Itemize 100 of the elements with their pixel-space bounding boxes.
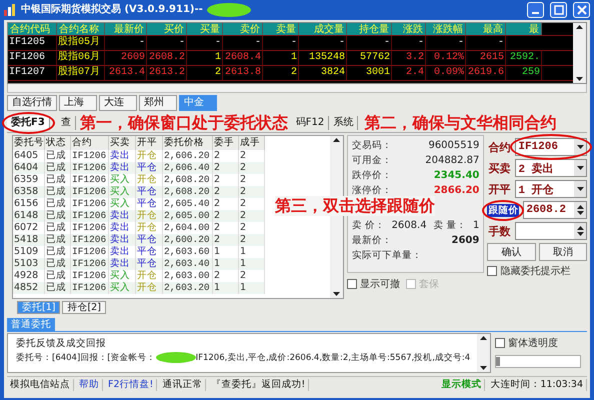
column-header[interactable]: 合约名称 <box>57 23 105 35</box>
quote-cell: 2.4 <box>392 66 426 80</box>
quote-cell: - <box>299 36 347 50</box>
dropdown[interactable]: IF1206 <box>515 138 588 156</box>
down-arrow-icon[interactable] <box>480 366 487 370</box>
info-value: 96005519 <box>428 140 480 151</box>
checkbox[interactable] <box>346 279 357 289</box>
log-title: 委托反馈及成交回报 <box>16 337 107 351</box>
column-header[interactable]: 卖价 <box>223 23 263 35</box>
function-tab[interactable]: 查 <box>56 116 76 130</box>
down-arrow-icon[interactable] <box>576 145 584 149</box>
quote-cell: IF1207 <box>8 66 57 80</box>
market-tab[interactable]: 郑州 <box>139 95 177 111</box>
market-tab[interactable]: 自选行情 <box>7 95 57 111</box>
checkbox-label[interactable]: 隐藏委托提示栏 <box>487 264 588 278</box>
column-header[interactable]: 持仓量 <box>347 23 392 35</box>
list-tab[interactable]: 持仓[2] <box>62 301 106 314</box>
table-cell: 2,603.20 <box>163 282 213 294</box>
quote-cell: 2608.4 <box>223 51 263 65</box>
up-arrow-icon[interactable] <box>576 226 584 230</box>
info-value: 2609 <box>452 235 480 246</box>
status-text: 模拟电信站点 <box>7 378 74 390</box>
status-text: 显示模式 <box>438 378 486 390</box>
scrollbar[interactable] <box>477 334 490 372</box>
up-arrow-icon[interactable] <box>480 336 487 340</box>
spin-field[interactable] <box>515 222 588 240</box>
status-link[interactable]: F2行情盘! <box>105 378 158 390</box>
down-arrow-icon[interactable] <box>576 211 584 215</box>
quote-cell: 2613.2 <box>147 66 187 80</box>
quote-cell: 3.2 <box>392 51 426 65</box>
column-header[interactable]: 最 <box>506 23 542 35</box>
scrollbar[interactable] <box>573 23 586 83</box>
close-button[interactable] <box>573 2 590 18</box>
column-header[interactable]: 涨跌 <box>392 23 426 35</box>
down-arrow-icon[interactable] <box>576 77 583 81</box>
info-label: 实际可下单量： <box>352 249 422 262</box>
form-button[interactable]: 确认 <box>487 243 536 261</box>
quote-cell: IF1206 <box>8 51 57 65</box>
quote-cell: 2615 <box>466 51 506 65</box>
info-value: 2866.20 <box>434 185 480 196</box>
column-header[interactable]: 买量 <box>187 23 223 35</box>
column-header[interactable]: 最新价 <box>105 23 147 35</box>
table-cell: 4852 <box>13 282 45 294</box>
table-cell: 开仓 <box>136 282 163 294</box>
column-header[interactable]: 合约代码 <box>8 23 57 35</box>
annotation-text: 第三，双击选择跟随价 <box>275 196 435 216</box>
function-tab[interactable]: 委托F3 <box>7 116 50 130</box>
quote-cell: 股指07月 <box>57 66 105 80</box>
field-label: 开平 <box>487 182 512 196</box>
dropdown[interactable]: 1 开仓 <box>515 180 588 198</box>
quote-cell: 2619.6 <box>466 66 506 80</box>
field-label: 合约 <box>487 140 512 154</box>
down-arrow-icon[interactable] <box>332 292 340 296</box>
form-button[interactable]: 取消 <box>538 243 588 261</box>
quote-cell: 57762 <box>347 51 392 65</box>
quote-cell: 2608.2 <box>147 51 187 65</box>
up-arrow-icon[interactable] <box>576 205 584 209</box>
maximize-button[interactable] <box>550 2 567 18</box>
info-label: 最新价： <box>352 234 392 247</box>
column-header[interactable]: 卖量 <box>263 23 299 35</box>
table-cell: 买入 <box>109 282 136 294</box>
quote-cell: 2613.8 <box>223 66 263 80</box>
slider-thumb[interactable] <box>496 357 500 366</box>
function-tab[interactable]: 系统 <box>329 116 358 130</box>
field-label[interactable]: 跟随价 <box>487 204 520 216</box>
column-header[interactable]: 涨跌幅 <box>426 23 466 35</box>
dropdown[interactable]: 2 卖出 <box>515 159 588 177</box>
column-header[interactable]: 最高 <box>466 23 506 35</box>
info-label: 跌停价： <box>352 169 392 182</box>
down-arrow-icon[interactable] <box>576 166 584 170</box>
quote-cell: 1 <box>263 51 299 65</box>
down-arrow-icon[interactable] <box>576 187 584 191</box>
quote-cell: - <box>392 36 426 50</box>
horizontal-scrollbar[interactable] <box>7 84 587 93</box>
info-value: 1 <box>472 220 480 231</box>
slider[interactable] <box>495 355 581 368</box>
info-value: 2608.4 <box>392 220 427 231</box>
window-title: 中银国际期货模拟交易 (V3.0.9.911)-- <box>21 4 203 16</box>
function-tab[interactable]: 码F12 <box>292 116 330 130</box>
quote-cell: - <box>347 36 392 50</box>
quote-cell: - <box>147 36 187 50</box>
quote-cell: 135248 <box>299 51 347 65</box>
table-cell: 1 <box>213 282 239 294</box>
checkbox[interactable] <box>487 266 498 276</box>
minimize-button[interactable] <box>527 2 544 18</box>
market-tab[interactable]: 上海 <box>59 95 97 111</box>
close-icon <box>576 5 586 15</box>
up-arrow-icon[interactable] <box>332 138 340 142</box>
market-tab[interactable]: 大连 <box>99 95 137 111</box>
checkbox-label[interactable]: 窗体透明度 <box>495 336 587 350</box>
status-link[interactable]: 帮助 <box>76 378 103 390</box>
checkbox[interactable] <box>495 338 505 348</box>
quote-cell: - <box>426 36 466 50</box>
spin-field[interactable]: 2608.2 <box>523 201 588 219</box>
column-header[interactable]: 买价 <box>147 23 187 35</box>
column-header[interactable]: 成交量 <box>299 23 347 35</box>
checkbox-label[interactable]: 显示可撤 <box>346 277 400 291</box>
up-arrow-icon[interactable] <box>576 25 583 29</box>
info-label: 交易码： <box>352 139 392 152</box>
down-arrow-icon[interactable] <box>576 232 584 236</box>
